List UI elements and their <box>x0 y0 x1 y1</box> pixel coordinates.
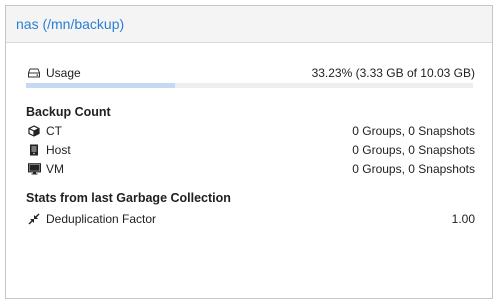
panel-header: nas (/mn/backup) <box>6 6 492 43</box>
usage-bar-fill <box>26 83 175 88</box>
gc-row-label: Deduplication Factor <box>46 211 157 226</box>
backup-row-host: Host 0 Groups, 0 Snapshots <box>26 140 475 159</box>
usage-value: 33.23% (3.33 GB of 10.03 GB) <box>311 66 475 80</box>
gc-row-value: 1.00 <box>451 211 475 226</box>
usage-bar <box>26 83 473 88</box>
panel-title[interactable]: nas (/mn/backup) <box>16 16 124 32</box>
gc-stats-title: Stats from last Garbage Collection <box>26 190 231 205</box>
backup-row-ct: CT 0 Groups, 0 Snapshots <box>26 121 475 140</box>
backup-row-value: 0 Groups, 0 Snapshots <box>352 142 475 157</box>
compress-icon <box>26 211 42 227</box>
datastore-panel: nas (/mn/backup) Usage 33.23% (3.33 GB o… <box>5 5 493 299</box>
server-icon <box>26 142 42 158</box>
backup-count-title: Backup Count <box>26 104 111 119</box>
backup-row-value: 0 Groups, 0 Snapshots <box>352 161 475 176</box>
usage-label: Usage <box>46 66 81 80</box>
desktop-icon <box>26 161 42 177</box>
hdd-icon <box>26 65 42 81</box>
panel-body: Usage 33.23% (3.33 GB of 10.03 GB) Backu… <box>26 64 475 228</box>
usage-row: Usage 33.23% (3.33 GB of 10.03 GB) <box>26 64 475 82</box>
backup-row-label: VM <box>46 161 64 176</box>
backup-row-value: 0 Groups, 0 Snapshots <box>352 123 475 138</box>
backup-row-label: CT <box>46 123 62 138</box>
cube-icon <box>26 123 42 139</box>
backup-row-vm: VM 0 Groups, 0 Snapshots <box>26 159 475 178</box>
gc-row-dedup: Deduplication Factor 1.00 <box>26 209 475 228</box>
backup-row-label: Host <box>46 142 71 157</box>
